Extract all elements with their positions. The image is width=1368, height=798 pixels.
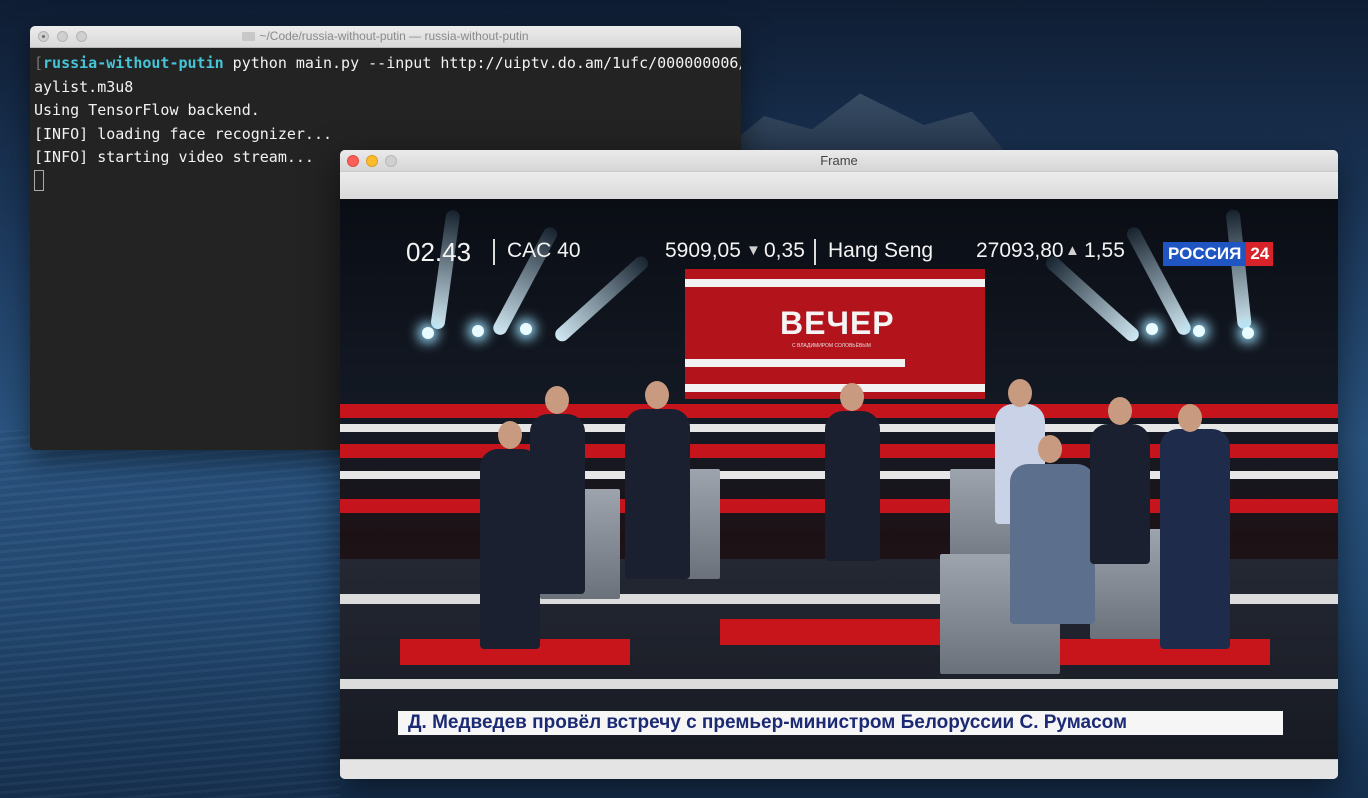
show-title: ВЕЧЕР xyxy=(780,305,895,341)
up-arrow-icon: ▲ xyxy=(1065,242,1080,259)
person xyxy=(1010,464,1095,624)
ticker-divider xyxy=(814,239,816,265)
channel-logo: РОССИЯ 24 xyxy=(1163,242,1274,266)
floor-stripe xyxy=(1040,639,1270,665)
frame-window[interactable]: Frame 02.43 CAC 40 5909,05 ▼ 0,35 Hang S… xyxy=(340,150,1338,779)
down-arrow-icon: ▼ xyxy=(746,242,761,259)
index-name: Hang Seng xyxy=(828,239,934,262)
broadcast-time: 02.43 xyxy=(406,237,472,267)
stage-light-dot xyxy=(422,327,434,339)
news-headline: Д. Медведев провёл встречу с премьер-мин… xyxy=(398,711,1283,735)
index-change: 0,35 xyxy=(764,239,805,262)
stage-light-dot xyxy=(1146,323,1158,335)
wall-stripe xyxy=(685,384,985,392)
wall-stripe xyxy=(685,279,985,287)
index-value: 5909,05 xyxy=(665,239,741,262)
frame-titlebar[interactable]: Frame xyxy=(340,150,1338,171)
stage-light-dot xyxy=(1193,325,1205,337)
person-head xyxy=(840,383,864,411)
stage-light xyxy=(430,209,461,330)
desktop-sea xyxy=(0,430,340,798)
output-line: [INFO] starting video stream... xyxy=(34,148,314,166)
output-line: aylist.m3u8 xyxy=(34,77,134,96)
frame-statusbar xyxy=(340,759,1338,779)
person xyxy=(625,409,690,579)
index-value: 27093,80 xyxy=(976,239,1064,262)
terminal-cursor xyxy=(34,169,44,191)
video-stream: 02.43 CAC 40 5909,05 ▼ 0,35 Hang Seng 27… xyxy=(340,199,1338,760)
channel-number: 24 xyxy=(1246,242,1274,266)
ticker-divider xyxy=(493,239,495,265)
folder-icon xyxy=(242,32,256,41)
command-text: python main.py --input http://uiptv.do.a… xyxy=(223,54,741,72)
wall-stripe xyxy=(685,359,905,367)
shell-prompt: russia-without-putin xyxy=(43,54,224,72)
output-line: [INFO] loading face recognizer... xyxy=(34,124,333,143)
person-head xyxy=(545,386,569,414)
channel-name: РОССИЯ xyxy=(1163,242,1247,266)
floor-stripe xyxy=(720,619,950,645)
frame-title: Frame xyxy=(820,153,858,168)
person xyxy=(1090,424,1150,564)
terminal-titlebar[interactable]: ~/Code/russia-without-putin — russia-wit… xyxy=(30,26,741,48)
line-bracket: [ xyxy=(34,54,44,72)
stage-light-dot xyxy=(472,325,484,337)
stage-light-dot xyxy=(520,323,532,335)
person-head xyxy=(1108,397,1132,425)
person xyxy=(1160,429,1230,649)
person-head xyxy=(645,381,669,409)
person-head xyxy=(1178,404,1202,432)
stage-light xyxy=(1225,208,1252,330)
index-change: 1,55 xyxy=(1084,239,1125,262)
output-line: Using TensorFlow backend. xyxy=(34,101,260,119)
person-head xyxy=(498,421,522,449)
index-name: CAC 40 xyxy=(507,239,581,262)
person-head xyxy=(1038,435,1062,463)
person-head xyxy=(1008,379,1032,407)
stage-light-dot xyxy=(1242,327,1254,339)
show-subtitle: С ВЛАДИМИРОМ СОЛОВЬЁВЫМ xyxy=(792,343,871,349)
person xyxy=(825,411,880,561)
floor-stripe xyxy=(340,679,1338,689)
terminal-title: ~/Code/russia-without-putin — russia-wit… xyxy=(30,29,741,43)
frame-toolbar xyxy=(340,171,1338,200)
person xyxy=(530,414,585,594)
